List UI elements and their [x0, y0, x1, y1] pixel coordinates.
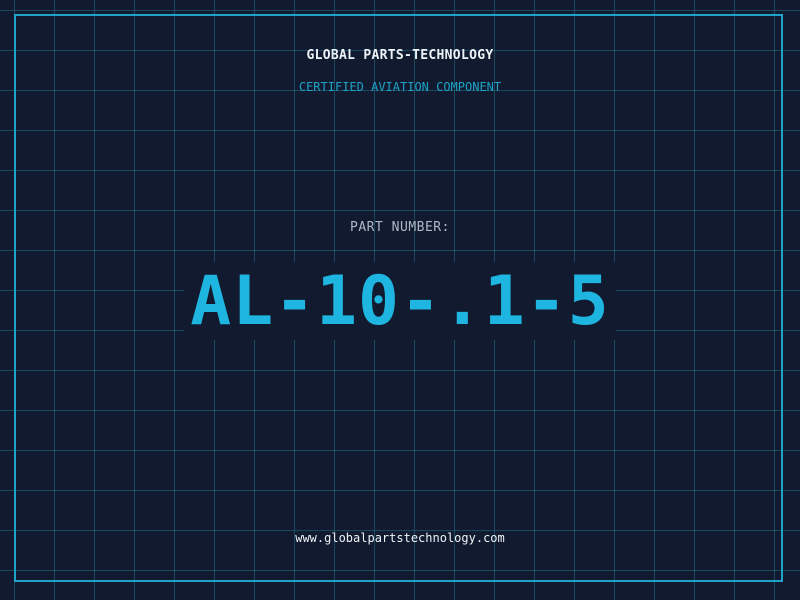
- part-number-label: PART NUMBER:: [350, 220, 450, 235]
- certification-subtitle: CERTIFIED AVIATION COMPONENT: [298, 80, 502, 94]
- company-name: GLOBAL PARTS-TECHNOLOGY: [306, 48, 494, 63]
- part-number-container: AL-10-.1-5: [0, 262, 800, 340]
- website-url: www.globalpartstechnology.com: [295, 531, 505, 545]
- part-label-card: GLOBAL PARTS-TECHNOLOGY CERTIFIED AVIATI…: [0, 0, 800, 600]
- part-number-value: AL-10-.1-5: [184, 262, 616, 340]
